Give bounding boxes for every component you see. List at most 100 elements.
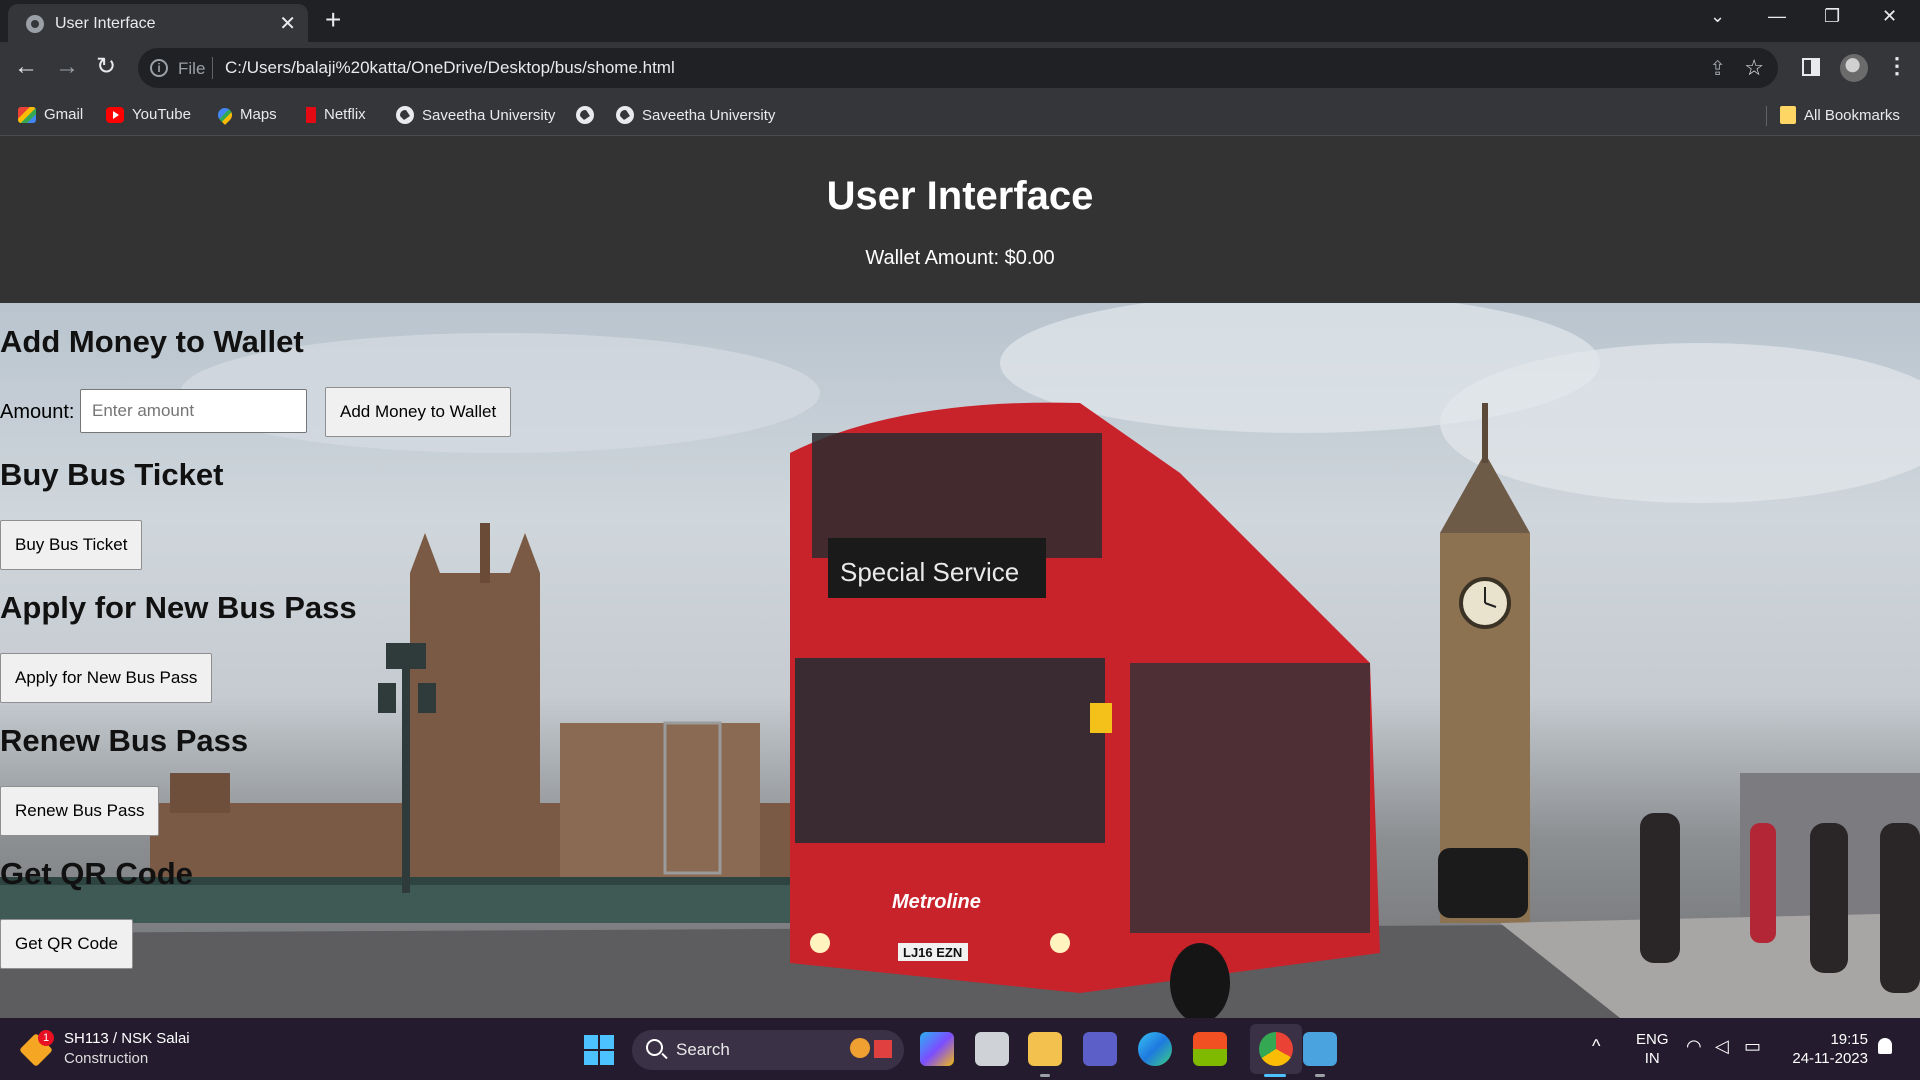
buy-ticket-heading: Buy Bus Ticket: [0, 457, 224, 492]
page-header: User Interface Wallet Amount: $0.00: [0, 136, 1920, 303]
forward-arrow-icon[interactable]: →: [55, 54, 79, 80]
gmail-icon: [18, 106, 36, 123]
buy-ticket-button[interactable]: Buy Bus Ticket: [0, 520, 143, 570]
search-highlight-icon: [850, 1038, 870, 1058]
notification-bell-icon[interactable]: [1878, 1038, 1892, 1054]
running-indicator: [1040, 1074, 1050, 1077]
kebab-menu-icon[interactable]: ⋮: [1886, 53, 1908, 79]
battery-icon[interactable]: ▭: [1744, 1036, 1761, 1057]
edge-icon[interactable]: [1138, 1032, 1172, 1066]
bookmark-star-icon[interactable]: ☆: [1744, 55, 1764, 81]
tab-user-interface[interactable]: User Interface ✕: [8, 4, 308, 42]
windows-start-icon[interactable]: [584, 1035, 614, 1065]
bookmark-label: YouTube: [132, 106, 191, 123]
bookmark-label: Gmail: [44, 106, 84, 123]
folder-icon: [1780, 106, 1796, 124]
clock-date: 24-11-2023: [1792, 1050, 1868, 1067]
teams-icon[interactable]: [1083, 1032, 1117, 1066]
url-separator: [212, 57, 213, 79]
show-hidden-icons-chevron-icon[interactable]: ^: [1592, 1036, 1600, 1057]
copilot-icon[interactable]: [920, 1032, 954, 1066]
widget-title: SH113 / NSK Salai: [64, 1030, 190, 1047]
profile-avatar[interactable]: [1840, 54, 1868, 82]
running-indicator: [1315, 1074, 1325, 1077]
globe-icon: [396, 106, 414, 124]
search-icon: [646, 1039, 663, 1056]
volume-icon[interactable]: ◁: [1715, 1036, 1729, 1057]
page-favicon-icon: [26, 15, 44, 33]
bookmark-globe[interactable]: [576, 106, 594, 124]
red-double-decker-bus: Special Service Metroline LJ16 EZN: [790, 402, 1380, 1018]
tab-strip: User Interface ✕ + ⌄ — ❐ ✕: [0, 0, 1920, 42]
clock-time: 19:15: [1830, 1031, 1868, 1048]
add-money-heading: Add Money to Wallet: [0, 324, 304, 359]
new-pass-heading: Apply for New Bus Pass: [0, 590, 357, 625]
renew-pass-heading: Renew Bus Pass: [0, 723, 249, 758]
bus-destination-sign: Special Service: [840, 557, 1019, 587]
region-code: IN: [1644, 1050, 1660, 1067]
bookmark-netflix[interactable]: Netflix: [306, 106, 366, 123]
windows-taskbar: 1 SH113 / NSK Salai Construction Search …: [0, 1018, 1920, 1080]
bookmark-gmail[interactable]: Gmail: [18, 106, 83, 123]
bookmark-maps[interactable]: Maps: [215, 104, 277, 125]
tab-search-chevron-icon[interactable]: ⌄: [1710, 6, 1725, 27]
bookmark-label: Saveetha University: [642, 106, 776, 124]
bus-license-plate: LJ16 EZN: [903, 945, 962, 960]
bookmark-saveetha-1[interactable]: Saveetha University: [396, 106, 555, 124]
maps-icon: [215, 104, 235, 125]
bookmarks-bar: Gmail YouTube Maps Netflix Saveetha Univ…: [0, 96, 1920, 136]
renew-pass-button[interactable]: Renew Bus Pass: [0, 786, 160, 836]
microsoft-store-icon[interactable]: [1193, 1032, 1227, 1066]
chrome-icon[interactable]: [1259, 1032, 1293, 1066]
bookmarks-divider: [1766, 106, 1767, 126]
all-bookmarks[interactable]: All Bookmarks: [1780, 106, 1900, 124]
restore-icon[interactable]: ❐: [1824, 6, 1840, 27]
new-tab-button[interactable]: +: [325, 6, 341, 34]
gift-icon: [874, 1040, 892, 1058]
address-bar[interactable]: i File C:/Users/balaji%20katta/OneDrive/…: [138, 48, 1778, 88]
bookmark-saveetha-2[interactable]: Saveetha University: [616, 106, 775, 124]
youtube-icon: [106, 106, 124, 123]
lang-code: ENG: [1636, 1031, 1669, 1048]
system-clock[interactable]: 19:15 24-11-2023: [1788, 1030, 1868, 1068]
task-view-icon[interactable]: [975, 1032, 1009, 1066]
web-page: User Interface Wallet Amount: $0.00 Spec…: [0, 136, 1920, 1018]
search-label: Search: [676, 1040, 730, 1059]
taskbar-search[interactable]: Search: [632, 1030, 904, 1070]
globe-icon: [576, 106, 594, 124]
file-explorer-icon[interactable]: [1028, 1032, 1062, 1066]
reload-icon[interactable]: ↻: [96, 54, 116, 80]
widget-subtitle: Construction: [64, 1050, 149, 1067]
close-tab-icon[interactable]: ✕: [279, 11, 296, 36]
wifi-icon[interactable]: ◠: [1686, 1036, 1702, 1057]
back-arrow-icon[interactable]: ←: [14, 54, 38, 80]
page-title: User Interface: [826, 174, 1094, 218]
add-money-button[interactable]: Add Money to Wallet: [325, 387, 512, 437]
qr-code-button[interactable]: Get QR Code: [0, 919, 133, 969]
qr-code-heading: Get QR Code: [0, 856, 193, 891]
share-icon[interactable]: ⇪: [1709, 56, 1726, 81]
url-scheme: File: [178, 59, 206, 78]
bus-brand-logo: Metroline: [892, 891, 981, 913]
notepad-icon[interactable]: [1303, 1032, 1337, 1066]
bookmark-youtube[interactable]: YouTube: [106, 106, 191, 123]
netflix-icon: [306, 106, 316, 123]
bookmark-label: Maps: [240, 106, 277, 123]
wallet-amount: Wallet Amount: $0.00: [865, 247, 1055, 269]
url-text[interactable]: C:/Users/balaji%20katta/OneDrive/Desktop…: [225, 58, 675, 78]
bookmark-label: Saveetha University: [422, 106, 556, 124]
browser-toolbar: ← → ↻ i File C:/Users/balaji%20katta/One…: [0, 42, 1920, 96]
input-language[interactable]: ENG IN: [1636, 1030, 1669, 1068]
tab-title: User Interface: [55, 15, 156, 32]
minimize-icon[interactable]: —: [1768, 6, 1786, 27]
bookmark-label: Netflix: [324, 106, 366, 123]
side-panel-icon[interactable]: [1802, 58, 1820, 76]
active-indicator: [1264, 1074, 1286, 1077]
actions-panel: Add Money to Wallet Amount: Add Money to…: [0, 303, 760, 1018]
amount-input[interactable]: [80, 389, 307, 433]
notification-badge: 1: [38, 1030, 54, 1046]
close-window-icon[interactable]: ✕: [1882, 6, 1897, 27]
globe-icon: [616, 106, 634, 124]
new-pass-button[interactable]: Apply for New Bus Pass: [0, 653, 213, 703]
site-info-icon[interactable]: i: [150, 59, 168, 77]
